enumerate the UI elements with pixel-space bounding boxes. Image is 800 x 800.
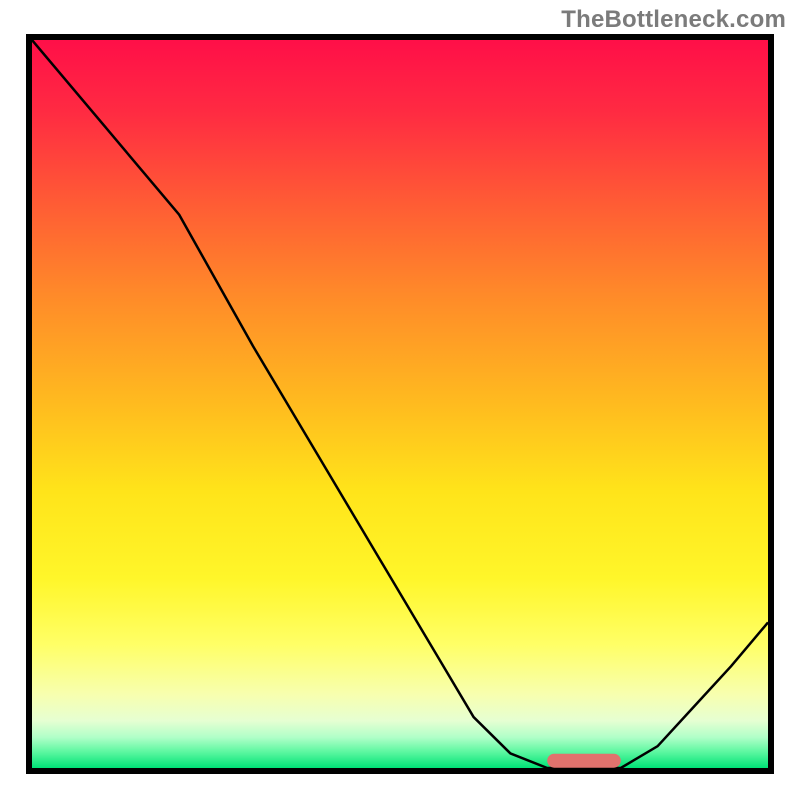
attribution-label: TheBottleneck.com [561, 6, 786, 34]
gradient-background [32, 40, 768, 768]
plot-area [32, 40, 768, 768]
chart-container: TheBottleneck.com [0, 0, 800, 800]
chart-svg [32, 40, 768, 768]
plot-frame [26, 34, 774, 774]
optimal-range-marker [547, 754, 621, 768]
